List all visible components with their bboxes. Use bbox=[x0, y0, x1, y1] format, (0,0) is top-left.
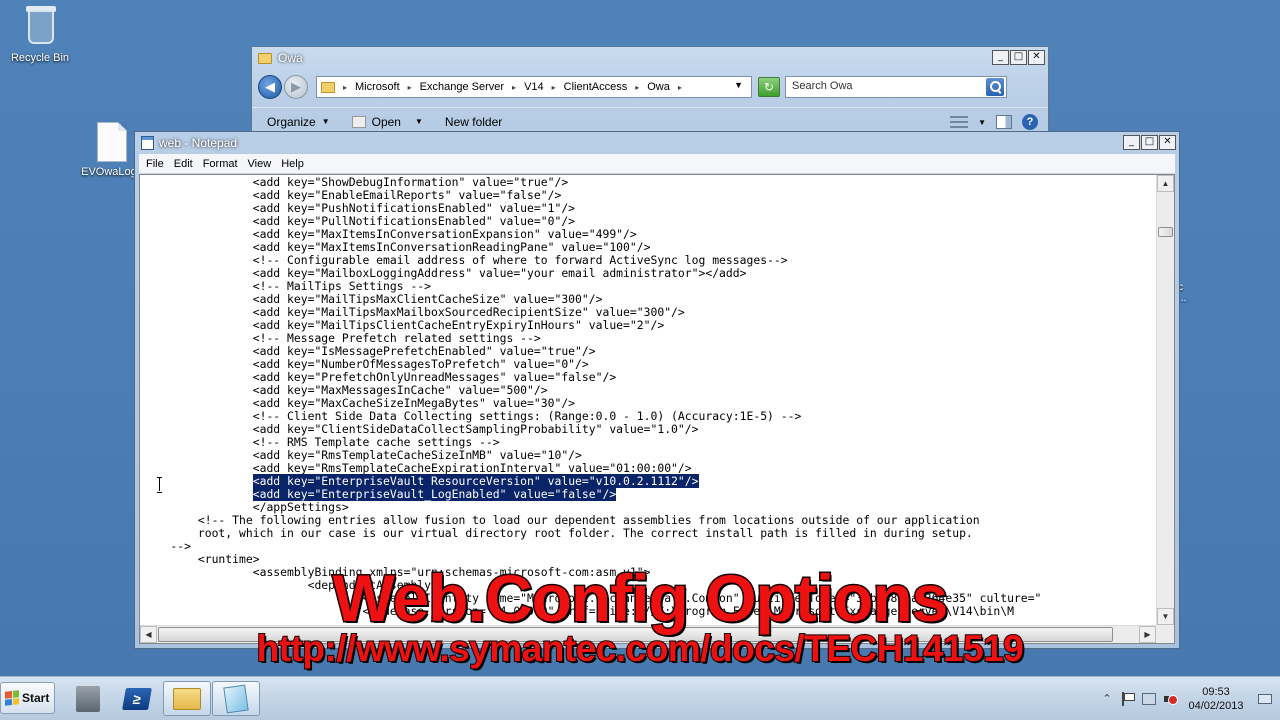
minimize-button[interactable]: _ bbox=[992, 50, 1009, 65]
explorer-window-controls: _ □ ✕ bbox=[992, 50, 1045, 65]
close-button[interactable]: ✕ bbox=[1159, 135, 1176, 150]
overlay-url: http://www.symantec.com/docs/TECH141519 bbox=[256, 627, 1025, 670]
network-icon[interactable] bbox=[1142, 693, 1156, 705]
breadcrumb-clientaccess[interactable]: ClientAccess bbox=[564, 81, 628, 93]
explorer-view-tools: ▼ ? bbox=[950, 114, 1038, 130]
search-placeholder: Search Owa bbox=[792, 80, 853, 92]
windows-flag-icon bbox=[5, 690, 19, 706]
overlay-title: Web.Config Options bbox=[331, 560, 950, 637]
notepad-icon bbox=[141, 136, 154, 150]
clock[interactable]: 09:53 04/02/2013 bbox=[1186, 685, 1246, 713]
close-button[interactable]: ✕ bbox=[1028, 50, 1045, 65]
folder-icon bbox=[258, 52, 272, 64]
folder-icon bbox=[321, 81, 335, 93]
help-icon[interactable]: ? bbox=[1022, 114, 1038, 130]
breadcrumb-microsoft[interactable]: Microsoft bbox=[355, 81, 400, 93]
search-input[interactable]: Search Owa bbox=[785, 76, 1007, 98]
recycle-bin-shortcut[interactable]: Recycle Bin bbox=[0, 4, 80, 64]
vertical-scroll-thumb[interactable] bbox=[1158, 227, 1173, 237]
address-bar[interactable]: ▸ Microsoft ▸ Exchange Server ▸ V14 ▸ Cl… bbox=[316, 76, 752, 98]
taskbar: Start ≥ ⌃ 09:53 04/02/2013 bbox=[0, 676, 1280, 720]
show-desktop-icon[interactable] bbox=[1258, 694, 1272, 704]
refresh-icon[interactable]: ↻ bbox=[758, 77, 780, 97]
taskbar-server-manager[interactable] bbox=[64, 681, 112, 716]
clock-date: 04/02/2013 bbox=[1188, 700, 1244, 712]
taskbar-explorer[interactable] bbox=[163, 681, 211, 716]
notepad-icon bbox=[223, 684, 249, 713]
search-icon[interactable] bbox=[986, 78, 1004, 96]
menu-file[interactable]: File bbox=[141, 158, 169, 170]
explorer-folder-icon bbox=[173, 687, 201, 710]
recycle-bin-icon bbox=[24, 4, 56, 48]
chevron-down-icon: ▼ bbox=[414, 117, 423, 126]
notepad-titlebar[interactable]: web - Notepad bbox=[135, 132, 1179, 154]
chevron-down-icon: ▼ bbox=[321, 117, 330, 126]
chevron-up-icon[interactable]: ⌃ bbox=[1100, 692, 1114, 706]
maximize-button[interactable]: □ bbox=[1141, 135, 1158, 150]
taskbar-notepad[interactable] bbox=[212, 681, 260, 716]
explorer-titlebar[interactable]: Owa bbox=[252, 47, 1048, 69]
vertical-scrollbar[interactable]: ▲ ▼ bbox=[1156, 175, 1174, 625]
notepad-window-controls: _ □ ✕ bbox=[1123, 135, 1176, 150]
maximize-button[interactable]: □ bbox=[1010, 50, 1027, 65]
new-folder-button[interactable]: New folder bbox=[445, 115, 502, 129]
volume-muted-icon[interactable] bbox=[1164, 693, 1178, 705]
scroll-up-icon[interactable]: ▲ bbox=[1157, 175, 1174, 192]
recycle-bin-label: Recycle Bin bbox=[10, 52, 70, 64]
minimize-button[interactable]: _ bbox=[1123, 135, 1140, 150]
breadcrumb-owa[interactable]: Owa bbox=[647, 81, 670, 93]
menu-help[interactable]: Help bbox=[276, 158, 309, 170]
organize-button[interactable]: Organize ▼ bbox=[267, 115, 330, 129]
menu-view[interactable]: View bbox=[243, 158, 277, 170]
chevron-down-icon[interactable]: ▼ bbox=[978, 118, 986, 127]
text-file-icon bbox=[97, 122, 127, 162]
powershell-icon: ≥ bbox=[122, 687, 152, 710]
open-button[interactable]: Open ▼ bbox=[351, 114, 423, 129]
preview-pane-icon[interactable] bbox=[996, 115, 1012, 129]
address-dropdown-icon[interactable]: ▼ bbox=[734, 80, 743, 90]
explorer-address-row: ◀ ▶ ▸ Microsoft ▸ Exchange Server ▸ V14 … bbox=[258, 74, 1042, 100]
change-view-icon[interactable] bbox=[950, 116, 969, 128]
forward-arrow-icon[interactable]: ▶ bbox=[284, 75, 308, 99]
document-icon bbox=[351, 115, 366, 128]
taskbar-powershell[interactable]: ≥ bbox=[113, 681, 161, 716]
open-label: Open bbox=[371, 114, 401, 129]
notepad-title: web - Notepad bbox=[159, 136, 238, 150]
server-manager-icon bbox=[76, 685, 100, 712]
clock-time: 09:53 bbox=[1202, 686, 1230, 698]
menu-edit[interactable]: Edit bbox=[169, 158, 198, 170]
menu-format[interactable]: Format bbox=[198, 158, 243, 170]
text-area[interactable]: <add key="ShowDebugInformation" value="t… bbox=[140, 175, 1156, 625]
new-folder-label: New folder bbox=[444, 114, 503, 129]
text-cursor-icon bbox=[157, 477, 163, 493]
breadcrumb-exchange-server[interactable]: Exchange Server bbox=[420, 81, 504, 93]
back-arrow-icon[interactable]: ◀ bbox=[258, 75, 282, 99]
explorer-window: Owa _ □ ✕ ◀ ▶ ▸ Microsoft ▸ Exchange Ser… bbox=[251, 46, 1049, 142]
start-button[interactable]: Start bbox=[0, 682, 55, 714]
organize-label: Organize bbox=[267, 114, 316, 129]
breadcrumb-v14[interactable]: V14 bbox=[524, 81, 544, 93]
action-center-flag-icon[interactable] bbox=[1122, 692, 1135, 706]
explorer-title: Owa bbox=[278, 51, 303, 65]
text-line: root, which in our case is our virtual d… bbox=[143, 526, 973, 540]
start-label: Start bbox=[22, 691, 50, 705]
text-line: --> bbox=[143, 539, 192, 553]
system-tray: ⌃ 09:53 04/02/2013 bbox=[1100, 677, 1280, 720]
notepad-menubar: File Edit Format View Help bbox=[139, 154, 1175, 174]
